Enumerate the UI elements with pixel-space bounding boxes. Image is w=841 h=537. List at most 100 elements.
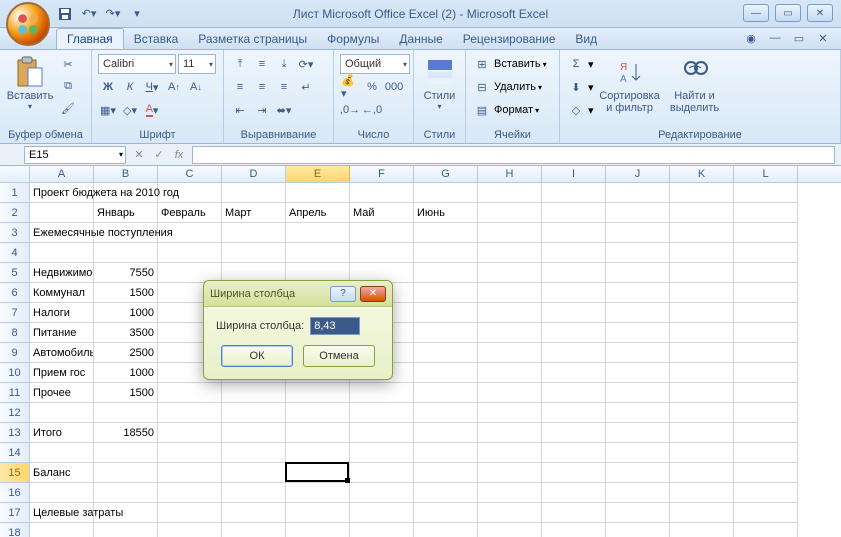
autosum-button[interactable]: Σ▾ — [566, 54, 594, 74]
format-painter-icon[interactable]: 🖌 — [58, 98, 78, 118]
cell[interactable] — [222, 423, 286, 443]
cell[interactable] — [478, 403, 542, 423]
cell[interactable] — [158, 523, 222, 537]
cell[interactable] — [158, 503, 222, 523]
mdi-restore-icon[interactable]: ▭ — [791, 30, 807, 46]
cell[interactable] — [222, 443, 286, 463]
cell[interactable] — [350, 423, 414, 443]
cell[interactable] — [30, 203, 94, 223]
cell[interactable] — [670, 303, 734, 323]
cell[interactable] — [222, 403, 286, 423]
cell[interactable] — [286, 463, 350, 483]
cell[interactable] — [158, 243, 222, 263]
cell[interactable] — [606, 303, 670, 323]
cell[interactable] — [286, 483, 350, 503]
font-color-icon[interactable]: A▾ — [142, 100, 162, 120]
cell[interactable] — [670, 243, 734, 263]
col-header-A[interactable]: A — [30, 166, 94, 182]
redo-icon[interactable]: ↷▾ — [104, 5, 122, 23]
dialog-titlebar[interactable]: Ширина столбца ? ✕ — [204, 281, 392, 307]
cell[interactable] — [670, 183, 734, 203]
sort-filter-button[interactable]: ЯА Сортировка и фильтр — [598, 54, 662, 116]
cell[interactable] — [478, 203, 542, 223]
fill-color-icon[interactable]: ◇▾ — [120, 100, 140, 120]
cell[interactable] — [414, 323, 478, 343]
cell[interactable] — [542, 263, 606, 283]
undo-icon[interactable]: ↶▾ — [80, 5, 98, 23]
cell[interactable] — [158, 403, 222, 423]
cancel-edit-icon[interactable]: ✕ — [130, 146, 148, 164]
cell[interactable] — [478, 263, 542, 283]
cell[interactable] — [350, 403, 414, 423]
tab-data[interactable]: Данные — [389, 29, 452, 49]
cell[interactable] — [606, 343, 670, 363]
cell[interactable] — [606, 363, 670, 383]
enter-edit-icon[interactable]: ✓ — [150, 146, 168, 164]
tab-insert[interactable]: Вставка — [124, 29, 189, 49]
percent-icon[interactable]: % — [362, 77, 382, 97]
cell[interactable] — [670, 403, 734, 423]
cell[interactable] — [158, 483, 222, 503]
font-name-combo[interactable]: Calibri▾ — [98, 54, 176, 74]
cell[interactable] — [350, 523, 414, 537]
cell[interactable]: Июнь — [414, 203, 478, 223]
cell[interactable] — [158, 443, 222, 463]
cell[interactable]: Недвижимость — [30, 263, 94, 283]
cell[interactable] — [734, 423, 798, 443]
cell[interactable]: Питание — [30, 323, 94, 343]
cell[interactable] — [478, 483, 542, 503]
cell[interactable] — [734, 323, 798, 343]
cell[interactable] — [350, 183, 414, 203]
cell[interactable] — [350, 443, 414, 463]
currency-icon[interactable]: 💰▾ — [340, 77, 360, 97]
cell[interactable] — [606, 443, 670, 463]
cell[interactable] — [286, 243, 350, 263]
row-header[interactable]: 1 — [0, 183, 30, 203]
tab-home[interactable]: Главная — [56, 28, 124, 49]
cancel-button[interactable]: Отмена — [303, 345, 375, 367]
cell[interactable] — [606, 383, 670, 403]
row-header[interactable]: 8 — [0, 323, 30, 343]
cell[interactable]: 1000 — [94, 363, 158, 383]
cell[interactable] — [286, 443, 350, 463]
cell[interactable] — [30, 243, 94, 263]
cell[interactable] — [734, 523, 798, 537]
cell[interactable] — [734, 363, 798, 383]
cell[interactable] — [222, 523, 286, 537]
col-header-E[interactable]: E — [286, 166, 350, 182]
cell[interactable] — [670, 423, 734, 443]
cell[interactable] — [670, 283, 734, 303]
cell[interactable] — [286, 383, 350, 403]
bold-icon[interactable]: Ж — [98, 77, 118, 97]
comma-icon[interactable]: 000 — [384, 77, 404, 97]
cell[interactable]: Прием гос — [30, 363, 94, 383]
tab-view[interactable]: Вид — [565, 29, 607, 49]
wrap-text-icon[interactable]: ↵ — [296, 77, 316, 97]
cell[interactable]: Май — [350, 203, 414, 223]
cell[interactable] — [414, 183, 478, 203]
cell[interactable]: 1000 — [94, 303, 158, 323]
cell[interactable] — [478, 343, 542, 363]
align-center-icon[interactable]: ≡ — [252, 77, 272, 97]
cell[interactable] — [670, 503, 734, 523]
tab-layout[interactable]: Разметка страницы — [188, 29, 317, 49]
cell[interactable] — [734, 283, 798, 303]
cell[interactable] — [542, 343, 606, 363]
row-header[interactable]: 10 — [0, 363, 30, 383]
row-header[interactable]: 18 — [0, 523, 30, 537]
cell[interactable] — [670, 443, 734, 463]
cell[interactable] — [350, 383, 414, 403]
cell[interactable] — [670, 223, 734, 243]
cell[interactable] — [222, 503, 286, 523]
cell[interactable]: 1500 — [94, 383, 158, 403]
select-all-corner[interactable] — [0, 166, 30, 182]
cell[interactable] — [30, 443, 94, 463]
col-header-L[interactable]: L — [734, 166, 798, 182]
cell[interactable] — [414, 343, 478, 363]
cell[interactable] — [286, 523, 350, 537]
cells-format-button[interactable]: ▤Формат▾ — [472, 100, 539, 120]
cell[interactable]: Март — [222, 203, 286, 223]
tab-formulas[interactable]: Формулы — [317, 29, 389, 49]
cell[interactable] — [286, 423, 350, 443]
col-header-G[interactable]: G — [414, 166, 478, 182]
